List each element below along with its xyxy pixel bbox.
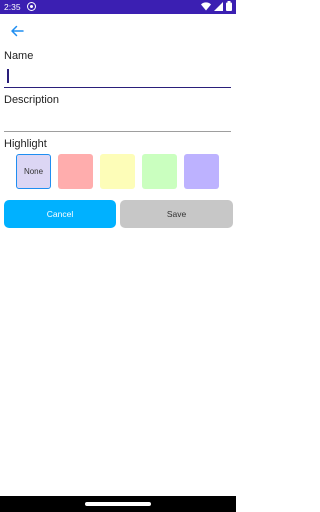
highlight-none[interactable]: None	[16, 154, 51, 189]
wifi-icon	[201, 1, 211, 10]
text-cursor	[7, 69, 9, 83]
status-time: 2:35	[4, 2, 21, 12]
back-button[interactable]	[8, 22, 26, 40]
battery-icon	[226, 1, 232, 11]
home-gesture-handle[interactable]	[85, 502, 151, 506]
highlight-green[interactable]	[142, 154, 177, 189]
description-label: Description	[4, 94, 60, 106]
status-bar: 2:35	[0, 0, 236, 14]
highlight-red[interactable]	[58, 154, 93, 189]
name-label: Name	[4, 50, 34, 62]
cancel-button[interactable]: Cancel	[4, 200, 116, 228]
highlight-yellow[interactable]	[100, 154, 135, 189]
highlight-label: Highlight	[4, 138, 47, 150]
highlight-purple[interactable]	[184, 154, 219, 189]
signal-icon	[214, 1, 223, 11]
description-input[interactable]	[4, 112, 231, 132]
system-icons	[201, 1, 232, 11]
swatch-label: None	[23, 167, 44, 176]
navigation-bar	[0, 496, 236, 512]
highlight-swatches: None	[16, 154, 219, 189]
radio-icon	[27, 2, 36, 11]
save-button[interactable]: Save	[120, 200, 233, 228]
name-input[interactable]	[4, 66, 231, 88]
arrow-left-icon	[11, 25, 24, 37]
